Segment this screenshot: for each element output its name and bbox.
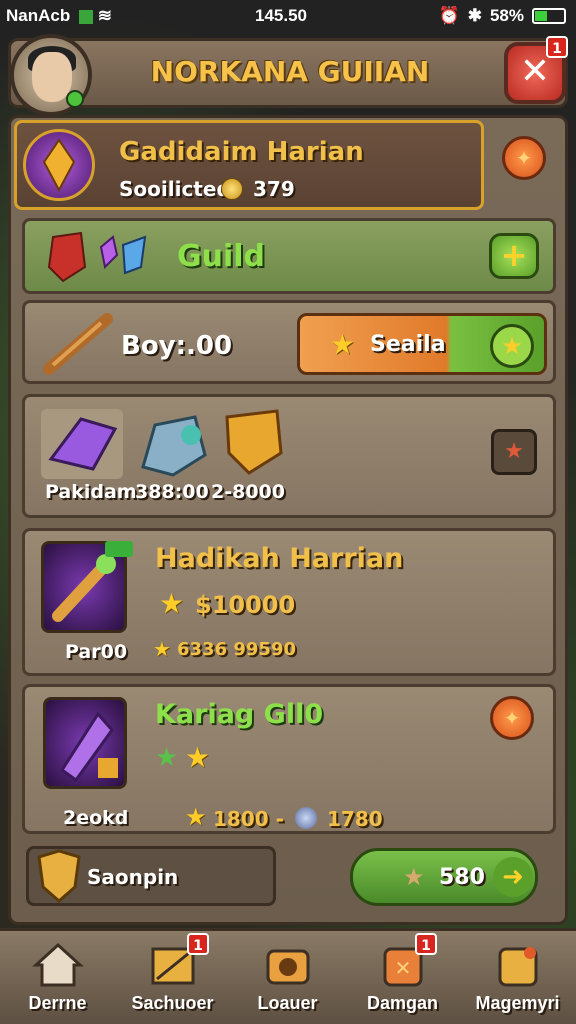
nav-label-schedule: Sachuoer (131, 993, 214, 1013)
guild-add-button[interactable]: + (489, 233, 539, 279)
wifi-icon: ≋ (97, 6, 112, 25)
item-slot-1[interactable] (41, 409, 123, 479)
status-time: 145.50 (255, 6, 307, 25)
item-label-1: Pakidam (45, 481, 137, 503)
magic-icon (498, 947, 538, 987)
nav-item-dungeon[interactable]: ✕ 1 Damgan (345, 931, 460, 1024)
quest-card-1[interactable]: Hadikah Harrian ★ $10000 Par00 ★ 6336 99… (22, 528, 556, 676)
close-badge: 1 (546, 36, 568, 58)
guild-gems-icon (47, 231, 147, 283)
online-status-icon (66, 90, 84, 108)
quest-2-reward-2: 1780 (327, 807, 383, 831)
arrow-right-icon: ➜ (493, 857, 533, 897)
coin-icon (221, 178, 243, 200)
quest-2-reward-star-icon: ★ (185, 803, 207, 831)
page-title: NORKANA GUIIAN (150, 55, 430, 88)
guild-row[interactable]: Guild + (22, 218, 556, 294)
carrier-text: NanAcb (6, 6, 71, 25)
saonpin-label: Saonpin (87, 865, 179, 889)
quest-2-star-icon: ★ (185, 741, 211, 774)
sword-icon (43, 313, 113, 375)
item-label-3: 2-8000 (211, 481, 285, 503)
daily-banner-label: Sooilicted (119, 177, 231, 201)
battery-text: 58% (489, 6, 524, 25)
quest-2-icon (43, 697, 127, 789)
guild-label: Guild (177, 239, 266, 274)
quest-2-info-button[interactable]: ✦ (490, 696, 534, 740)
nav-item-loader[interactable]: Loauer (230, 931, 345, 1024)
status-bar: NanAcb ≋ 145.50 ⏰ ✱ 58% (0, 0, 576, 34)
nav-label-home: Derrne (28, 993, 87, 1013)
nav-label-dungeon: Damgan (366, 993, 438, 1013)
nav-badge-schedule: 1 (187, 933, 209, 955)
claim-value: 580 (439, 865, 485, 890)
boy-label: Boy:.00 (121, 331, 233, 361)
items-row: Pakidam 388:00 2-8000 ★ (22, 394, 556, 518)
quest-1-star-icon: ★ (159, 587, 185, 620)
daily-banner-icon (23, 129, 95, 201)
claim-star-icon: ★ (403, 863, 425, 891)
house-icon (32, 942, 84, 987)
nav-label-magic: Magemyri (475, 993, 560, 1013)
saonpin-row[interactable]: Saonpin (26, 846, 276, 906)
quest-1-reward: $10000 (195, 591, 296, 619)
daily-banner-title: Gadidaim Harian (119, 137, 364, 167)
nav-item-magic[interactable]: Magemyri (460, 931, 575, 1024)
quest-card-2[interactable]: Kariag Gll0 ★ ★ 2eokd ★ 1800 - 1780 (22, 684, 556, 834)
boy-row: Boy:.00 ★ Seaila ★ (22, 300, 556, 384)
star-icon: ★ (330, 328, 356, 361)
nav-item-home[interactable]: Derrne (0, 931, 115, 1024)
nav-item-schedule[interactable]: 1 Sachuoer (115, 931, 230, 1024)
quest-1-sub-star-icon: ★ (153, 637, 171, 661)
claim-button[interactable]: ★ 580 ➜ (350, 848, 538, 906)
shield-icon (37, 849, 81, 903)
svg-text:✕: ✕ (395, 956, 412, 980)
alarm-icon: ⏰ (438, 6, 460, 25)
quest-1-tag (105, 541, 133, 557)
item-label-2: 388:00 (135, 481, 209, 503)
item-slot-2[interactable] (133, 409, 213, 479)
bottom-nav: Derrne 1 Sachuoer Loauer ✕ 1 Damgan Mage… (0, 928, 576, 1024)
signal-icon (78, 9, 93, 24)
player-avatar[interactable] (10, 34, 92, 116)
quest-1-title: Hadikah Harrian (155, 543, 404, 574)
items-info-button[interactable]: ★ (491, 429, 537, 475)
nav-badge-dungeon: 1 (415, 933, 437, 955)
daily-banner-value: 379 (253, 177, 295, 201)
quest-2-title: Kariag Gll0 (155, 699, 324, 730)
nav-label-loader: Loauer (257, 993, 318, 1013)
quest-2-gem-icon (295, 807, 317, 829)
quest-2-green-star-icon: ★ (155, 743, 179, 773)
quest-2-reward-1: 1800 - (213, 807, 284, 831)
seaila-label: Seaila (370, 332, 446, 357)
daily-banner[interactable]: Gadidaim Harian Sooilicted 379 (14, 120, 484, 210)
quest-2-item-label: 2eokd (63, 807, 129, 829)
seaila-button[interactable]: ★ Seaila ★ (297, 313, 547, 375)
item-slot-3[interactable] (219, 407, 289, 479)
status-right: ⏰ ✱ 58% (439, 6, 566, 26)
status-left: NanAcb ≋ (6, 6, 112, 26)
seaila-star-icon: ★ (490, 324, 534, 368)
quest-1-sub: 6336 99590 (177, 639, 296, 660)
battery-icon (532, 8, 566, 24)
camera-icon (266, 949, 310, 985)
daily-info-button[interactable]: ✦ (502, 136, 546, 180)
quest-1-item-label: Par00 (65, 641, 128, 663)
bluetooth-icon: ✱ (467, 6, 482, 25)
